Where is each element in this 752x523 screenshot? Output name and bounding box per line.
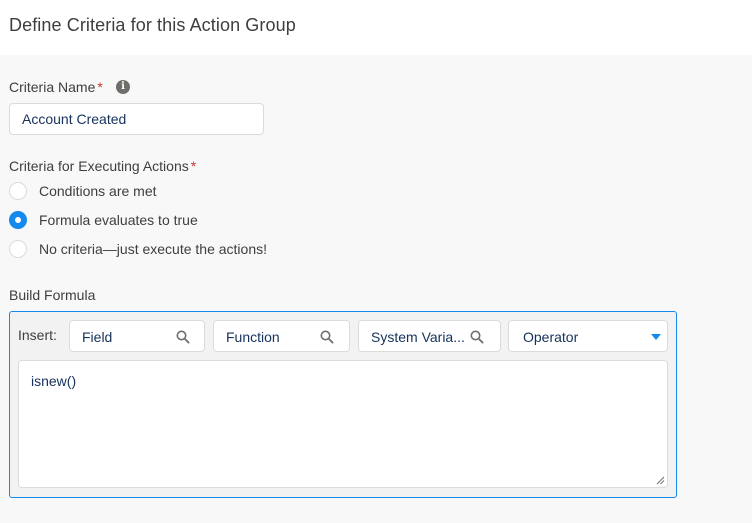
build-formula-label: Build Formula	[9, 287, 96, 303]
system-variable-picker[interactable]: System Varia...	[358, 320, 501, 352]
radio-label-formula-true[interactable]: Formula evaluates to true	[39, 212, 198, 228]
formula-editor: Insert: Field Function System Varia... O…	[9, 311, 677, 498]
page-title: Define Criteria for this Action Group	[9, 15, 296, 35]
operator-select[interactable]: Operator	[508, 320, 668, 352]
field-picker[interactable]: Field	[69, 320, 205, 352]
search-icon	[320, 330, 334, 344]
radio-label-no-criteria[interactable]: No criteria—just execute the actions!	[39, 241, 267, 257]
function-picker-label: Function	[226, 329, 280, 345]
criteria-name-label-text: Criteria Name	[9, 79, 96, 95]
search-icon	[470, 330, 484, 344]
chevron-down-icon	[651, 334, 661, 340]
criteria-name-input[interactable]: Account Created	[9, 103, 264, 135]
function-picker[interactable]: Function	[213, 320, 350, 352]
required-marker: *	[97, 79, 103, 95]
formula-text: isnew()	[31, 373, 77, 389]
search-icon	[176, 330, 190, 344]
radio-conditions-met[interactable]	[9, 182, 27, 200]
resize-handle-icon[interactable]	[656, 476, 665, 485]
required-marker: *	[190, 158, 197, 174]
system-variable-picker-label: System Varia...	[371, 329, 465, 345]
criteria-exec-label: Criteria for Executing Actions *	[9, 158, 196, 174]
info-icon[interactable]: i	[116, 80, 130, 94]
field-picker-label: Field	[82, 329, 113, 345]
insert-label: Insert:	[18, 327, 57, 343]
radio-no-criteria[interactable]	[9, 240, 27, 258]
criteria-exec-label-text: Criteria for Executing Actions	[9, 158, 189, 174]
formula-textarea[interactable]: isnew()	[18, 360, 668, 488]
radio-formula-true[interactable]	[9, 211, 27, 229]
criteria-name-label: Criteria Name *	[9, 79, 103, 95]
operator-select-label: Operator	[523, 329, 579, 345]
page-header: Define Criteria for this Action Group	[0, 0, 752, 55]
radio-label-conditions-met[interactable]: Conditions are met	[39, 183, 157, 199]
